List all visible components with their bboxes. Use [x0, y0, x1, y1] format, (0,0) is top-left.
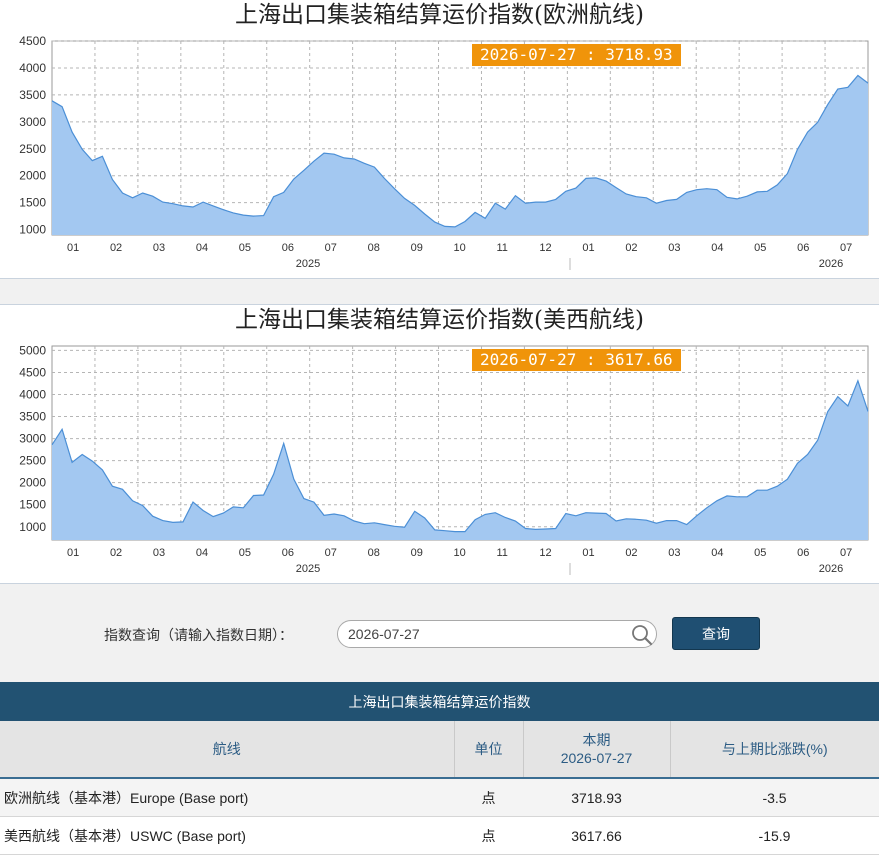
x-tick-label: 01: [582, 242, 594, 254]
x-tick-label: 05: [239, 242, 251, 254]
table-caption-row: 上海出口集装箱结算运价指数: [0, 682, 879, 721]
x-tick-label: 07: [840, 242, 852, 254]
y-tick-label: 4500: [19, 365, 46, 379]
value-cell: 3617.66: [523, 816, 670, 855]
x-tick-label: 06: [282, 547, 294, 559]
x-tick-label: 09: [411, 242, 423, 254]
y-tick-label: 5000: [19, 343, 46, 357]
header-current-date: 2026-07-27: [560, 750, 633, 766]
x-tick-label: 02: [625, 547, 637, 559]
x-tick-label: 01: [67, 547, 79, 559]
y-tick-label: 4000: [19, 388, 46, 402]
route-cell: 欧洲航线（基本港）Europe (Base port): [0, 778, 454, 817]
uswc-index-chart[interactable]: 1000 1500 2000 2500 3000 3500 4000 4500 5000 01 02…: [0, 305, 879, 583]
x-tick-label: 02: [110, 242, 122, 254]
search-label: 指数查询（请输入指数日期）：: [104, 627, 293, 643]
y-tick-label: 2500: [19, 454, 46, 468]
y-tick-label: 2500: [19, 142, 46, 156]
x-tick-label: 10: [454, 547, 466, 559]
y-tick-label: 1500: [19, 196, 46, 210]
change-cell: -3.5: [670, 778, 879, 817]
header-route: 航线: [0, 721, 455, 779]
uswc-chart-tooltip: 2026-07-27 : 3617.66: [472, 349, 681, 371]
y-tick-label: 1500: [19, 498, 46, 512]
x-tick-label: 03: [153, 547, 165, 559]
y-tick-label: 2000: [19, 476, 46, 490]
x-tick-label: 02: [625, 242, 637, 254]
x-tick-label: 08: [368, 242, 380, 254]
route-cell: 美西航线（基本港）USWC (Base port): [0, 816, 454, 855]
y-tick-label: 1000: [19, 223, 46, 237]
x-tick-label: 03: [153, 242, 165, 254]
header-unit: 单位: [454, 721, 524, 779]
unit-cell: 点: [454, 778, 523, 817]
x-tick-label: 04: [196, 242, 208, 254]
header-current: 本期 2026-07-27: [523, 721, 671, 779]
year-label: 2026: [819, 258, 843, 270]
table-row: 美西航线（基本港）USWC (Base port) 点 3617.66 -15.…: [0, 816, 879, 855]
x-tick-label: 07: [840, 547, 852, 559]
table-header-row: 航线 单位 本期 2026-07-27 与上期比涨跌(%): [0, 721, 879, 779]
x-tick-label: 06: [797, 547, 809, 559]
x-tick-label: 09: [411, 547, 423, 559]
x-tick-label: 03: [668, 547, 680, 559]
y-tick-label: 3000: [19, 115, 46, 129]
x-tick-label: 01: [67, 242, 79, 254]
date-input[interactable]: [337, 620, 657, 648]
x-tick-label: 12: [539, 547, 551, 559]
index-result-table: 上海出口集装箱结算运价指数 航线 单位 本期 2026-07-27 与上期比涨跌…: [0, 682, 879, 855]
y-tick-label: 1000: [19, 520, 46, 534]
y-tick-label: 4500: [19, 34, 46, 48]
unit-cell: 点: [454, 816, 523, 855]
year-label: 2025: [296, 258, 320, 270]
x-tick-label: 04: [711, 242, 723, 254]
change-cell: -15.9: [670, 816, 879, 855]
index-search-bar: 指数查询（请输入指数日期）： 查询: [0, 612, 879, 658]
table-caption: 上海出口集装箱结算运价指数: [0, 682, 879, 721]
table-row: 欧洲航线（基本港）Europe (Base port) 点 3718.93 -3…: [0, 778, 879, 817]
value-cell: 3718.93: [523, 778, 670, 817]
europe-chart-tooltip: 2026-07-27 : 3718.93: [472, 44, 681, 66]
year-label: 2025: [296, 563, 320, 575]
uswc-chart-panel: 上海出口集装箱结算运价指数(美西航线) 1000 1500 2000 2500 3000…: [0, 304, 879, 584]
header-current-label: 本期: [582, 732, 611, 748]
x-tick-label: 05: [754, 242, 766, 254]
x-tick-label: 08: [368, 547, 380, 559]
y-tick-label: 4000: [19, 61, 46, 75]
y-tick-label: 3500: [19, 410, 46, 424]
x-tick-label: 05: [754, 547, 766, 559]
y-tick-label: 2000: [19, 169, 46, 183]
header-change: 与上期比涨跌(%): [670, 721, 879, 779]
x-tick-label: 02: [110, 547, 122, 559]
europe-index-chart[interactable]: 1000 1500 2000 2500 3000 3500 4000 4500 01 02 03 04…: [0, 0, 879, 278]
y-tick-label: 3500: [19, 88, 46, 102]
year-label: 2026: [819, 563, 843, 575]
x-tick-label: 07: [325, 547, 337, 559]
x-tick-label: 03: [668, 242, 680, 254]
x-tick-label: 11: [496, 547, 507, 559]
x-tick-label: 06: [282, 242, 294, 254]
query-button[interactable]: 查询: [672, 617, 760, 650]
x-tick-label: 04: [196, 547, 208, 559]
x-tick-label: 10: [454, 242, 466, 254]
x-tick-label: 04: [711, 547, 723, 559]
europe-chart-panel: 上海出口集装箱结算运价指数(欧洲航线) 1000 1500 2000 2500 3000…: [0, 0, 879, 279]
x-tick-label: 07: [325, 242, 337, 254]
x-tick-label: 11: [496, 242, 507, 254]
x-tick-label: 06: [797, 242, 809, 254]
x-tick-label: 12: [539, 242, 551, 254]
x-tick-label: 01: [582, 547, 594, 559]
y-tick-label: 3000: [19, 432, 46, 446]
x-tick-label: 05: [239, 547, 251, 559]
search-icon[interactable]: [631, 624, 653, 646]
